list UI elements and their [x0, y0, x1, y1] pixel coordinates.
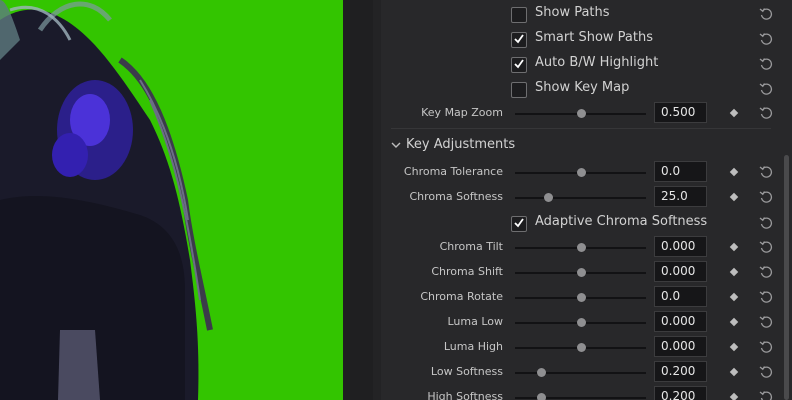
high-softness-slider[interactable]: [515, 393, 646, 400]
smart-show-paths-label: Smart Show Paths: [535, 30, 653, 45]
keyframe-diamond-icon[interactable]: [729, 342, 739, 352]
slider-knob[interactable]: [537, 393, 547, 400]
keyframe-diamond-icon[interactable]: [729, 108, 739, 118]
smart-show-paths-row[interactable]: Smart Show Paths: [373, 27, 792, 52]
chroma-rotate-slider[interactable]: [515, 293, 646, 302]
keyframe-diamond-icon[interactable]: [729, 192, 739, 202]
luma-high-slider[interactable]: [515, 343, 646, 352]
show-paths-checkbox[interactable]: [511, 7, 527, 23]
show-key-map-row[interactable]: Show Key Map: [373, 77, 792, 102]
chroma-softness-row[interactable]: Chroma Softness 25.0: [373, 185, 792, 210]
reset-icon[interactable]: [759, 340, 773, 354]
slider-knob[interactable]: [576, 168, 586, 177]
chroma-tilt-row[interactable]: Chroma Tilt 0.000: [373, 235, 792, 260]
low-softness-slider[interactable]: [515, 368, 646, 377]
reset-icon[interactable]: [759, 390, 773, 400]
slider-value[interactable]: 0.200: [654, 386, 707, 400]
show-key-map-checkbox[interactable]: [511, 82, 527, 98]
panel-gutter: [343, 0, 373, 400]
chroma-tolerance-slider[interactable]: [515, 168, 646, 177]
slider-value[interactable]: 0.000: [654, 261, 707, 282]
luma-low-slider[interactable]: [515, 318, 646, 327]
keyframe-diamond-icon[interactable]: [729, 317, 739, 327]
key-adjustments-title: Key Adjustments: [406, 137, 516, 152]
slider-label: Low Softness: [430, 365, 503, 378]
slider-value[interactable]: 0.000: [654, 336, 707, 357]
adaptive-chroma-softness-checkbox[interactable]: [511, 216, 527, 232]
slider-value[interactable]: 0.200: [654, 361, 707, 382]
chroma-softness-slider[interactable]: [515, 193, 646, 202]
panel-scrollbar[interactable]: [784, 155, 789, 400]
slider-knob[interactable]: [576, 109, 586, 118]
chroma-tolerance-value[interactable]: 0.0: [654, 161, 707, 182]
chroma-shift-row[interactable]: Chroma Shift 0.000: [373, 260, 792, 285]
reset-icon[interactable]: [759, 290, 773, 304]
reset-icon[interactable]: [759, 32, 773, 46]
slider-value[interactable]: 0.0: [654, 286, 707, 307]
adaptive-chroma-softness-row[interactable]: Adaptive Chroma Softness: [373, 211, 792, 236]
chroma-tilt-slider[interactable]: [515, 243, 646, 252]
chroma-softness-label: Chroma Softness: [409, 190, 503, 203]
reset-icon[interactable]: [759, 216, 773, 230]
slider-knob[interactable]: [576, 293, 586, 302]
slider-knob[interactable]: [576, 318, 586, 327]
auto-bw-highlight-label: Auto B/W Highlight: [535, 55, 659, 70]
slider-knob[interactable]: [576, 343, 586, 352]
reset-icon[interactable]: [759, 265, 773, 279]
slider-label: Luma High: [443, 340, 503, 353]
key-map-zoom-slider[interactable]: [515, 109, 646, 118]
subject-image: [0, 0, 213, 400]
show-paths-label: Show Paths: [535, 5, 610, 20]
section-divider: [391, 128, 771, 129]
reset-icon[interactable]: [759, 240, 773, 254]
slider-knob[interactable]: [576, 268, 586, 277]
reset-icon[interactable]: [759, 165, 773, 179]
auto-bw-highlight-checkbox[interactable]: [511, 57, 527, 73]
slider-value[interactable]: 0.000: [654, 236, 707, 257]
slider-knob[interactable]: [537, 368, 547, 377]
slider-label: Chroma Shift: [431, 265, 503, 278]
chroma-rotate-row[interactable]: Chroma Rotate 0.0: [373, 285, 792, 310]
video-viewer[interactable]: [0, 0, 343, 400]
reset-icon[interactable]: [759, 57, 773, 71]
slider-label: Chroma Tilt: [439, 240, 503, 253]
chroma-tolerance-label: Chroma Tolerance: [403, 165, 503, 178]
reset-icon[interactable]: [759, 7, 773, 21]
key-map-zoom-value[interactable]: 0.500: [654, 102, 707, 123]
keyframe-diamond-icon[interactable]: [729, 292, 739, 302]
key-map-zoom-row[interactable]: Key Map Zoom 0.500: [373, 101, 792, 126]
slider-label: Luma Low: [447, 315, 503, 328]
chroma-shift-slider[interactable]: [515, 268, 646, 277]
chroma-tolerance-row[interactable]: Chroma Tolerance 0.0: [373, 160, 792, 185]
inspector-panel[interactable]: Show Paths Smart Show Paths Auto B/W Hig…: [373, 0, 792, 400]
keyframe-diamond-icon[interactable]: [729, 367, 739, 377]
low-softness-row[interactable]: Low Softness 0.200: [373, 360, 792, 385]
keyframe-diamond-icon[interactable]: [729, 392, 739, 400]
chroma-softness-value[interactable]: 25.0: [654, 186, 707, 207]
slider-knob[interactable]: [576, 243, 586, 252]
reset-icon[interactable]: [759, 82, 773, 96]
slider-label: Chroma Rotate: [420, 290, 503, 303]
adaptive-chroma-softness-label: Adaptive Chroma Softness: [535, 214, 708, 229]
smart-show-paths-checkbox[interactable]: [511, 32, 527, 48]
keyframe-diamond-icon[interactable]: [729, 267, 739, 277]
luma-high-row[interactable]: Luma High 0.000: [373, 335, 792, 360]
reset-icon[interactable]: [759, 365, 773, 379]
auto-bw-highlight-row[interactable]: Auto B/W Highlight: [373, 52, 792, 77]
show-key-map-label: Show Key Map: [535, 80, 630, 95]
reset-icon[interactable]: [759, 106, 773, 120]
reset-icon[interactable]: [759, 315, 773, 329]
show-paths-row[interactable]: Show Paths: [373, 2, 792, 27]
key-map-zoom-label: Key Map Zoom: [421, 106, 503, 119]
chevron-down-icon[interactable]: [391, 140, 401, 150]
slider-knob[interactable]: [543, 193, 553, 202]
key-adjustments-header[interactable]: Key Adjustments: [391, 133, 771, 158]
high-softness-row[interactable]: High Softness 0.200: [373, 385, 792, 400]
luma-low-row[interactable]: Luma Low 0.000: [373, 310, 792, 335]
keyframe-diamond-icon[interactable]: [729, 167, 739, 177]
slider-value[interactable]: 0.000: [654, 311, 707, 332]
slider-label: High Softness: [427, 390, 503, 400]
keyframe-diamond-icon[interactable]: [729, 242, 739, 252]
reset-icon[interactable]: [759, 190, 773, 204]
